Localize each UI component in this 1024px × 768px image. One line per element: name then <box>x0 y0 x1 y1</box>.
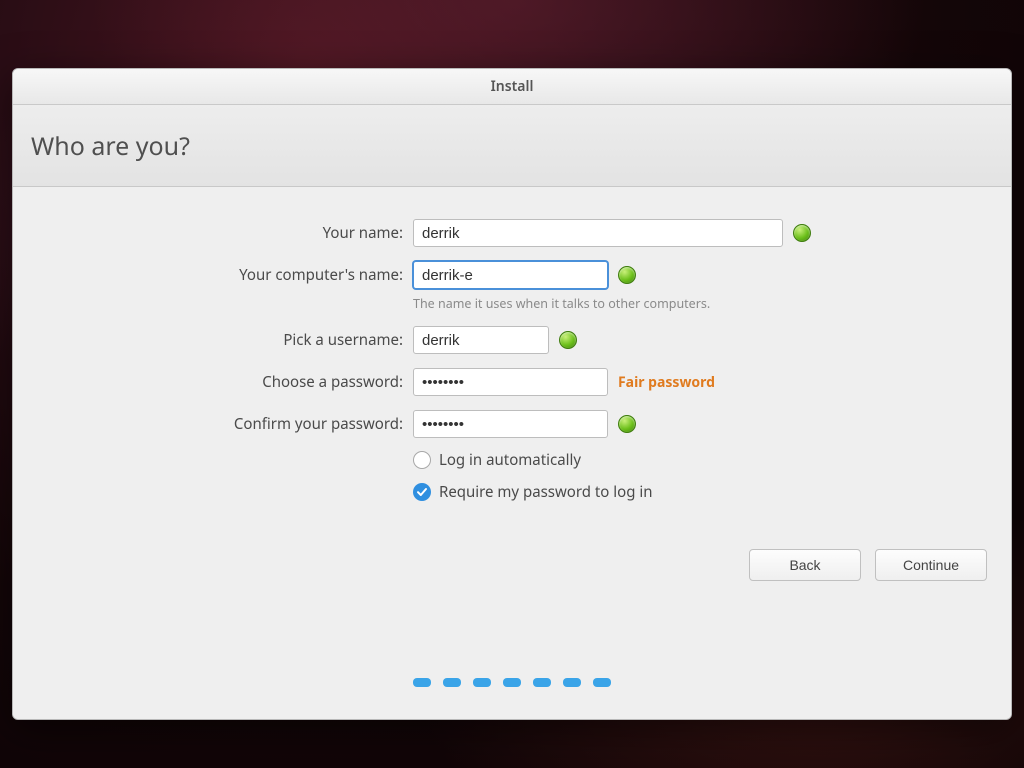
radio-off-icon <box>413 451 431 469</box>
progress-indicator <box>13 678 1011 687</box>
computer-label: Your computer's name: <box>13 265 413 285</box>
confirm-label: Confirm your password: <box>13 414 413 434</box>
progress-dot <box>563 678 581 687</box>
content-area: Your name: Your computer's name: The nam… <box>13 187 1011 719</box>
password-strength: Fair password <box>618 373 715 392</box>
login-auto-option[interactable]: Log in automatically <box>413 450 1011 470</box>
nav-buttons: Back Continue <box>749 549 987 581</box>
login-password-label: Require my password to log in <box>439 482 652 502</box>
password-label: Choose a password: <box>13 372 413 392</box>
check-icon <box>618 415 636 433</box>
progress-dot <box>533 678 551 687</box>
login-auto-label: Log in automatically <box>439 450 581 470</box>
confirm-input[interactable] <box>413 410 608 438</box>
progress-dot <box>503 678 521 687</box>
login-password-option[interactable]: Require my password to log in <box>413 482 1011 502</box>
computer-input[interactable] <box>413 261 608 289</box>
back-button[interactable]: Back <box>749 549 861 581</box>
username-label: Pick a username: <box>13 330 413 350</box>
page-header: Who are you? <box>13 105 1011 187</box>
check-icon <box>559 331 577 349</box>
desktop-background: Install Who are you? Your name: Your com… <box>0 0 1024 768</box>
check-icon <box>618 266 636 284</box>
username-input[interactable] <box>413 326 549 354</box>
progress-dot <box>473 678 491 687</box>
progress-dot <box>593 678 611 687</box>
password-input[interactable] <box>413 368 608 396</box>
name-input[interactable] <box>413 219 783 247</box>
window-titlebar[interactable]: Install <box>13 69 1011 105</box>
continue-button[interactable]: Continue <box>875 549 987 581</box>
computer-hint: The name it uses when it talks to other … <box>413 295 1011 312</box>
window-title: Install <box>491 77 534 96</box>
progress-dot <box>413 678 431 687</box>
name-label: Your name: <box>13 223 413 243</box>
user-form: Your name: Your computer's name: The nam… <box>13 219 1011 502</box>
radio-on-icon <box>413 483 431 501</box>
page-heading: Who are you? <box>31 129 190 163</box>
installer-window: Install Who are you? Your name: Your com… <box>12 68 1012 720</box>
progress-dot <box>443 678 461 687</box>
check-icon <box>793 224 811 242</box>
